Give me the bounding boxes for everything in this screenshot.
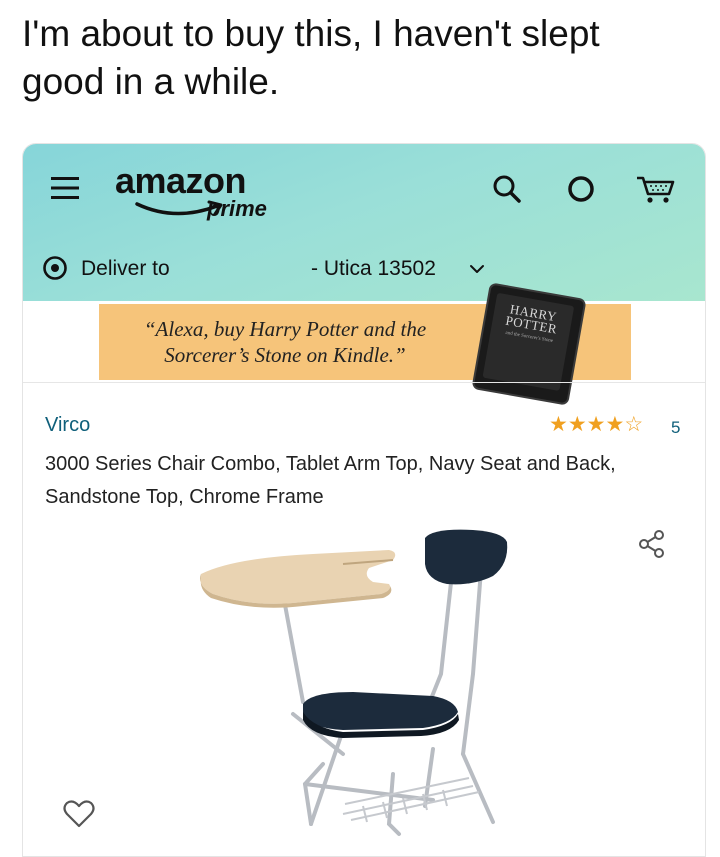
- delivery-location[interactable]: - Utica 13502: [311, 257, 436, 281]
- share-icon[interactable]: [637, 529, 667, 559]
- heart-icon[interactable]: [63, 799, 95, 829]
- banner-quote: “Alexa, buy Harry Potter and the Sorcere…: [143, 317, 427, 367]
- cart-icon[interactable]: [635, 172, 677, 206]
- review-count[interactable]: 5: [671, 418, 680, 438]
- brand-link[interactable]: Virco: [45, 414, 90, 437]
- app-header: amazon prime Deliver to - Utica 13502: [23, 144, 705, 301]
- amazon-prime-logo[interactable]: amazon prime: [115, 160, 295, 226]
- star-full-icon: ★: [586, 413, 606, 436]
- post-caption: I'm about to buy this, I haven't slept g…: [22, 13, 600, 102]
- deliver-to-label: Deliver to: [81, 257, 170, 280]
- star-full-icon: ★: [567, 413, 587, 436]
- amazon-app-screenshot: amazon prime Deliver to - Utica 13502 “A…: [22, 143, 706, 857]
- kindle-device-image: HARRY POTTER and the Sorcerer's Stone: [471, 282, 587, 406]
- star-full-icon: ★: [549, 413, 568, 436]
- product-title: 3000 Series Chair Combo, Tablet Arm Top,…: [45, 453, 616, 508]
- kindle-screen: HARRY POTTER and the Sorcerer's Stone: [482, 292, 575, 391]
- logo-prime-label: prime: [207, 196, 267, 221]
- star-half-icon: ☆: [624, 413, 644, 436]
- star-rating[interactable]: ★★★★☆: [549, 414, 643, 436]
- location-pin-icon: [43, 256, 67, 280]
- chevron-down-icon[interactable]: [469, 263, 485, 275]
- menu-icon[interactable]: [51, 175, 79, 201]
- section-divider: [23, 382, 705, 383]
- alexa-kindle-ad-banner[interactable]: “Alexa, buy Harry Potter and the Sorcere…: [99, 282, 631, 406]
- alexa-icon[interactable]: [564, 172, 598, 206]
- school-desk-chair-image[interactable]: [193, 524, 543, 844]
- deliver-to-bar[interactable]: Deliver to - Utica 13502: [23, 241, 705, 301]
- star-full-icon: ★: [605, 413, 625, 436]
- search-icon[interactable]: [490, 172, 524, 206]
